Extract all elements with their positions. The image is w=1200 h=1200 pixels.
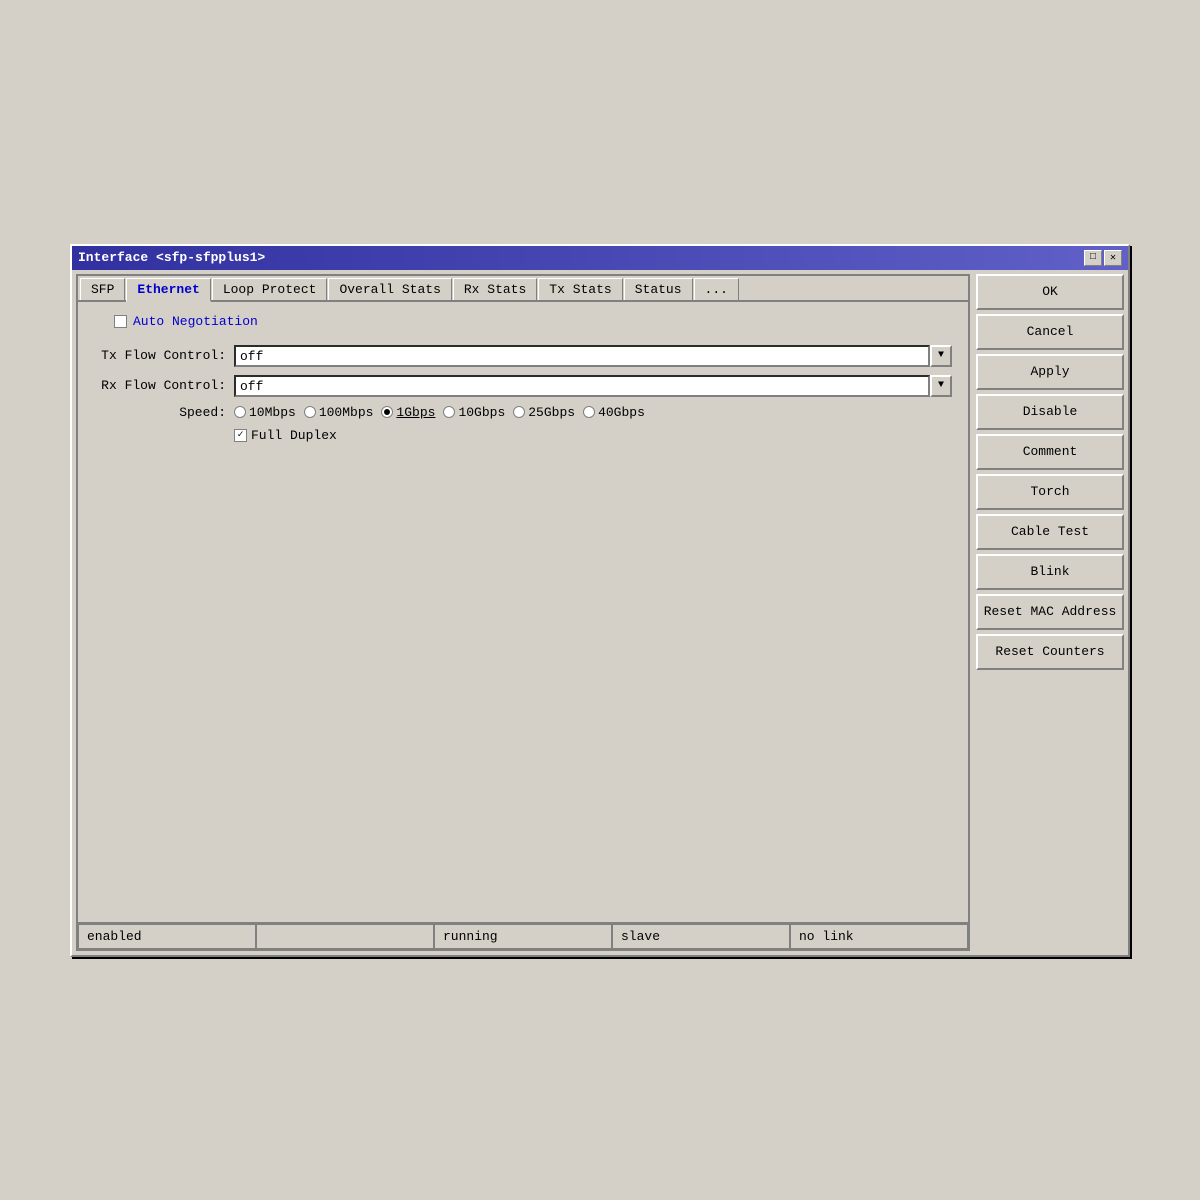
speed-100mbps-label: 100Mbps — [319, 405, 374, 420]
speed-100mbps[interactable]: 100Mbps — [304, 405, 374, 420]
disable-button[interactable]: Disable — [976, 394, 1124, 430]
status-enabled: enabled — [78, 924, 256, 949]
speed-1gbps-label: 1Gbps — [396, 405, 435, 420]
reset-mac-button[interactable]: Reset MAC Address — [976, 594, 1124, 630]
duplex-row: ✓ Full Duplex — [234, 428, 952, 443]
rx-flow-control-dropdown-btn[interactable]: ▼ — [930, 375, 952, 397]
minimize-button[interactable]: □ — [1084, 250, 1102, 266]
speed-10gbps-radio[interactable] — [443, 406, 455, 418]
speed-40gbps-radio[interactable] — [583, 406, 595, 418]
tab-tx-stats[interactable]: Tx Stats — [538, 278, 622, 300]
close-button[interactable]: ✕ — [1104, 250, 1122, 266]
speed-25gbps-radio[interactable] — [513, 406, 525, 418]
tab-content: Auto Negotiation Tx Flow Control: off ▼ … — [78, 302, 968, 922]
sidebar-buttons: OK Cancel Apply Disable Comment Torch Ca… — [976, 274, 1124, 951]
apply-button[interactable]: Apply — [976, 354, 1124, 390]
status-empty — [256, 924, 434, 949]
content-area: SFP Ethernet Loop Protect Overall Stats … — [72, 270, 1128, 955]
titlebar: Interface <sfp-sfpplus1> □ ✕ — [72, 246, 1128, 270]
tab-bar: SFP Ethernet Loop Protect Overall Stats … — [78, 276, 968, 302]
reset-counters-button[interactable]: Reset Counters — [976, 634, 1124, 670]
main-panel: SFP Ethernet Loop Protect Overall Stats … — [76, 274, 970, 951]
status-bar: enabled running slave no link — [78, 922, 968, 949]
tx-flow-control-field[interactable]: off — [234, 345, 930, 367]
torch-button[interactable]: Torch — [976, 474, 1124, 510]
tab-overall-stats[interactable]: Overall Stats — [328, 278, 451, 300]
speed-1gbps-radio[interactable] — [381, 406, 393, 418]
tx-flow-control-container: off ▼ — [234, 345, 952, 367]
speed-row: Speed: 10Mbps 100Mbps 1Gbps — [94, 405, 952, 420]
status-running: running — [434, 924, 612, 949]
speed-10mbps-label: 10Mbps — [249, 405, 296, 420]
tab-ethernet[interactable]: Ethernet — [126, 278, 210, 302]
speed-options: 10Mbps 100Mbps 1Gbps 10Gbps — [234, 405, 645, 420]
speed-100mbps-radio[interactable] — [304, 406, 316, 418]
titlebar-buttons: □ ✕ — [1084, 250, 1122, 266]
speed-label: Speed: — [94, 405, 234, 420]
status-link: no link — [790, 924, 968, 949]
speed-25gbps-label: 25Gbps — [528, 405, 575, 420]
full-duplex-option[interactable]: ✓ Full Duplex — [234, 428, 337, 443]
full-duplex-label: Full Duplex — [251, 428, 337, 443]
speed-25gbps[interactable]: 25Gbps — [513, 405, 575, 420]
tab-rx-stats[interactable]: Rx Stats — [453, 278, 537, 300]
tx-flow-control-row: Tx Flow Control: off ▼ — [94, 345, 952, 367]
speed-10gbps-label: 10Gbps — [458, 405, 505, 420]
full-duplex-checkbox[interactable]: ✓ — [234, 429, 247, 442]
cancel-button[interactable]: Cancel — [976, 314, 1124, 350]
tab-loop-protect[interactable]: Loop Protect — [212, 278, 328, 300]
tab-more[interactable]: ... — [694, 278, 739, 300]
window-title: Interface <sfp-sfpplus1> — [78, 250, 265, 265]
tab-status[interactable]: Status — [624, 278, 693, 300]
speed-40gbps-label: 40Gbps — [598, 405, 645, 420]
tab-sfp[interactable]: SFP — [80, 278, 125, 300]
status-slave: slave — [612, 924, 790, 949]
speed-10gbps[interactable]: 10Gbps — [443, 405, 505, 420]
cable-test-button[interactable]: Cable Test — [976, 514, 1124, 550]
tx-flow-control-dropdown-btn[interactable]: ▼ — [930, 345, 952, 367]
auto-negotiation-checkbox[interactable] — [114, 315, 127, 328]
speed-10mbps-radio[interactable] — [234, 406, 246, 418]
rx-flow-control-row: Rx Flow Control: off ▼ — [94, 375, 952, 397]
auto-negotiation-row: Auto Negotiation — [94, 314, 952, 329]
rx-flow-control-field[interactable]: off — [234, 375, 930, 397]
tx-flow-control-label: Tx Flow Control: — [94, 348, 234, 363]
auto-negotiation-label: Auto Negotiation — [133, 314, 258, 329]
speed-10mbps[interactable]: 10Mbps — [234, 405, 296, 420]
comment-button[interactable]: Comment — [976, 434, 1124, 470]
blink-button[interactable]: Blink — [976, 554, 1124, 590]
rx-flow-control-container: off ▼ — [234, 375, 952, 397]
speed-40gbps[interactable]: 40Gbps — [583, 405, 645, 420]
rx-flow-control-label: Rx Flow Control: — [94, 378, 234, 393]
main-window: Interface <sfp-sfpplus1> □ ✕ SFP Etherne… — [70, 244, 1130, 957]
speed-1gbps[interactable]: 1Gbps — [381, 405, 435, 420]
ok-button[interactable]: OK — [976, 274, 1124, 310]
